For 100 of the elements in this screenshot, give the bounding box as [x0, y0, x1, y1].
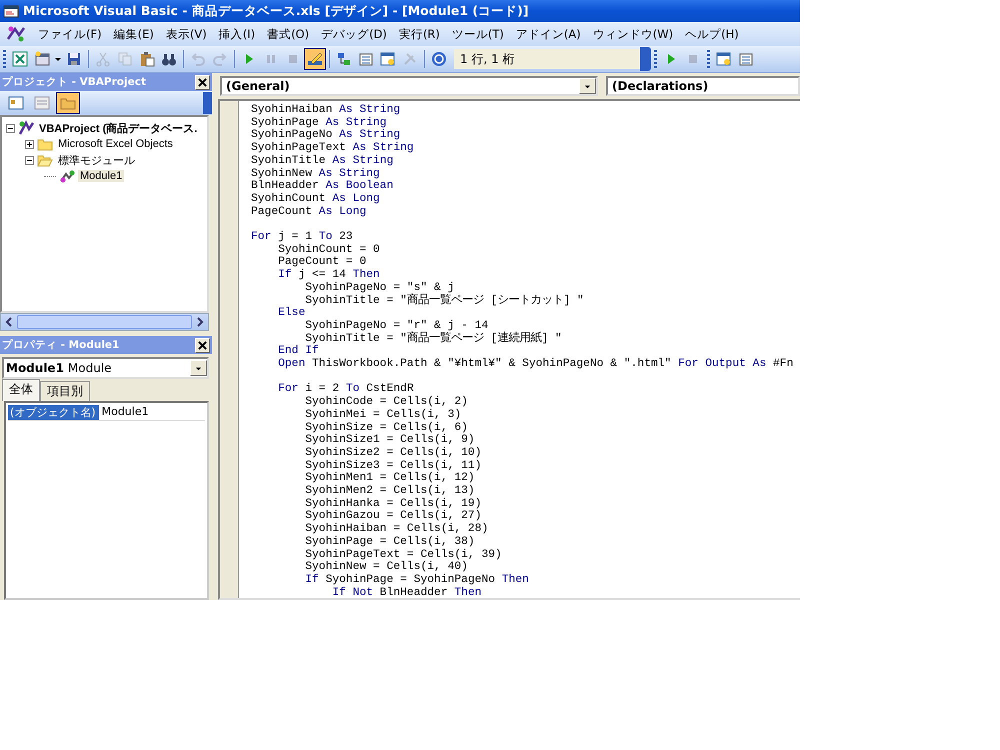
- undo-icon: [190, 51, 206, 67]
- close-icon: [198, 340, 207, 350]
- toolbar-button[interactable]: [304, 48, 326, 70]
- code-line: SyohinPage = Cells(i, 38): [304, 536, 475, 548]
- tree-item[interactable]: Microsoft Excel Objects: [56, 138, 175, 150]
- object-dropdown[interactable]: (General): [220, 76, 598, 96]
- property-value[interactable]: Module1: [98, 405, 149, 420]
- code-line: SyohinCount As Long: [251, 192, 380, 205]
- properties-icon: [358, 51, 374, 67]
- code-line: SyohinSize1 = Cells(i, 9): [304, 434, 475, 446]
- grip-icon[interactable]: [654, 50, 657, 68]
- procedure-dropdown[interactable]: (Declarations): [606, 76, 800, 96]
- code-line: SyohinHaiban = Cells(i, 28): [304, 523, 488, 536]
- scroll-right-icon[interactable]: [195, 317, 205, 327]
- scissors-icon: [95, 51, 111, 67]
- code-line: SyohinMen1 = Cells(i, 12): [304, 472, 475, 484]
- horizontal-scrollbar[interactable]: [0, 313, 209, 331]
- code-line: SyohinPageNo = "s" & j: [304, 282, 454, 294]
- project-icon: [18, 120, 34, 136]
- copy-icon: [117, 51, 133, 67]
- form-icon: [34, 51, 50, 67]
- expand-icon[interactable]: [25, 140, 34, 148]
- tab[interactable]: 全体: [2, 379, 40, 401]
- menu-item[interactable]: ツール(T): [446, 26, 510, 42]
- code-line: SyohinGazou = Cells(i, 27): [304, 510, 482, 522]
- menu-item[interactable]: ヘルプ(H): [679, 26, 745, 42]
- save-icon: [66, 51, 82, 67]
- code-line: For i = 2 To CstEndR: [277, 383, 414, 396]
- menu-item[interactable]: ウィンドウ(W): [586, 26, 680, 42]
- code-line: SyohinTitle As String: [251, 154, 394, 167]
- cursor-position: 1 行, 1 桁: [454, 49, 640, 69]
- menu-item[interactable]: 表示(V): [160, 26, 213, 42]
- code-line: SyohinSize3 = Cells(i, 11): [304, 460, 482, 472]
- code-line: Else: [277, 307, 306, 320]
- code-line: SyohinMen2 = Cells(i, 13): [304, 485, 475, 498]
- app-icon[interactable]: [6, 25, 26, 43]
- code-line: SyohinTitle = "商品一覧ページ [連続用紙] ": [304, 332, 562, 345]
- close-button[interactable]: [195, 338, 210, 352]
- code-line: If j <= 14 Then: [277, 269, 380, 282]
- code-line: Open ThisWorkbook.Path & "¥html¥" & SyohinPageNo & ".html" For Output As #Fn: [277, 358, 794, 370]
- redo-icon: [212, 51, 228, 67]
- code-line: SyohinPageText As String: [251, 142, 414, 154]
- menu-item[interactable]: 書式(O): [261, 26, 316, 42]
- code-line: SyohinCount = 0: [277, 244, 380, 256]
- code-line: PageCount As Long: [251, 206, 366, 218]
- code-line: SyohinSize = Cells(i, 6): [304, 422, 468, 434]
- help-icon: [431, 51, 447, 67]
- grip-icon[interactable]: [707, 50, 710, 68]
- menu-item[interactable]: アドイン(A): [510, 26, 587, 42]
- object-dropdown[interactable]: Module1 Module: [2, 357, 209, 379]
- code-line: For j = 1 To 23: [251, 231, 353, 244]
- dropdown-icon[interactable]: [584, 82, 591, 90]
- close-icon: [198, 78, 207, 86]
- menu-item[interactable]: 挿入(I): [212, 26, 262, 42]
- collapse-icon[interactable]: [25, 156, 34, 164]
- code-line: SyohinSize2 = Cells(i, 10): [304, 446, 482, 459]
- menu-item[interactable]: ファイル(F): [32, 26, 108, 42]
- pane-title: プロパティ - Module1: [2, 338, 120, 352]
- paste-icon: [139, 51, 155, 67]
- code-line: SyohinHaiban As String: [251, 104, 400, 116]
- code-line: SyohinMei = Cells(i, 3): [304, 408, 462, 421]
- project-explorer-icon: [336, 51, 352, 67]
- module-icon: [59, 168, 75, 184]
- menu-item[interactable]: 実行(R): [392, 26, 446, 42]
- dropdown-icon[interactable]: [195, 364, 202, 372]
- app-icon: [3, 3, 19, 19]
- ruler-pencil-icon: [307, 51, 323, 67]
- property-name[interactable]: (オブジェクト名): [8, 405, 99, 420]
- code-line: SyohinPageNo As String: [251, 129, 400, 142]
- grip-icon[interactable]: [3, 50, 6, 68]
- code-line: SyohinPage As String: [251, 116, 387, 129]
- window-icon: [716, 51, 732, 67]
- tab[interactable]: 項目別: [40, 381, 90, 401]
- binoculars-icon: [161, 51, 177, 67]
- tools-icon: [402, 51, 418, 67]
- code-line: If Not BlnHeadder Then: [331, 586, 482, 598]
- tree-item[interactable]: VBAProject (商品データベース.: [37, 120, 200, 136]
- menu-item[interactable]: デバッグ(D): [315, 26, 393, 42]
- code-line: SyohinPageText = Cells(i, 39): [304, 548, 502, 561]
- collapse-icon[interactable]: [6, 124, 15, 132]
- tree-item[interactable]: Module1: [78, 170, 124, 182]
- spreadsheet-icon: [12, 51, 28, 67]
- close-button[interactable]: [195, 74, 210, 90]
- code-line: If SyohinPage = SyohinPageNo Then: [304, 574, 529, 586]
- code-line: SyohinNew As String: [251, 168, 380, 180]
- menu-item[interactable]: 編集(E): [108, 26, 160, 42]
- caret-icon: [55, 58, 61, 60]
- pane-title: プロジェクト - VBAProject: [2, 75, 146, 89]
- code-line: SyohinPageNo = "r" & j - 14: [304, 320, 488, 332]
- code-line: SyohinNew = Cells(i, 40): [304, 561, 468, 574]
- window-icon: [380, 51, 396, 67]
- scroll-left-icon[interactable]: [4, 317, 14, 327]
- code-line: PageCount = 0: [277, 256, 366, 268]
- code-window-icon: [8, 95, 24, 111]
- form-window-icon: [34, 95, 50, 111]
- tree-item[interactable]: 標準モジュール: [56, 152, 137, 168]
- code-line: End If: [277, 345, 319, 358]
- toolbar-button[interactable]: [56, 92, 80, 114]
- code-line: BlnHeadder As Boolean: [251, 180, 394, 192]
- properties-icon: [738, 51, 754, 67]
